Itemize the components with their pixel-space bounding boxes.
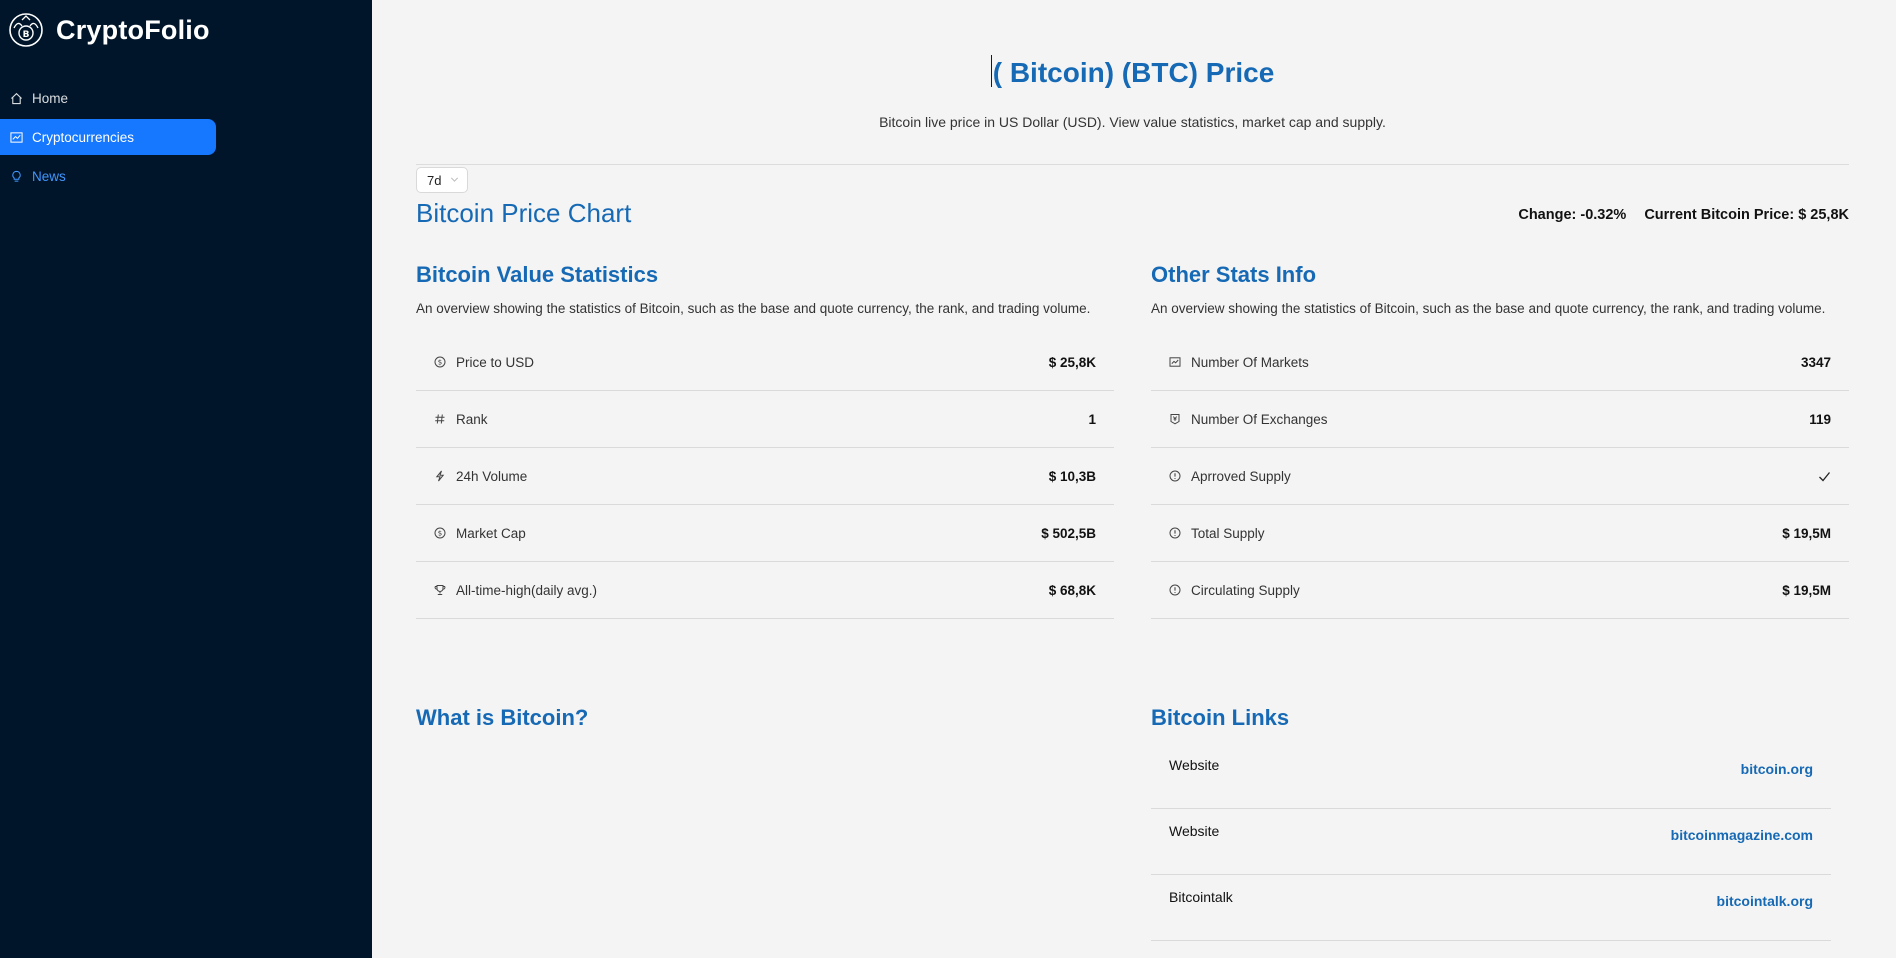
stat-label: 24h Volume (456, 468, 528, 484)
sidebar-item-home[interactable]: Home (0, 80, 216, 116)
stat-row-total-supply: Total Supply $ 19,5M (1151, 505, 1849, 562)
stat-row-exchanges: Number Of Exchanges 119 (1151, 391, 1849, 448)
stat-value: $ 25,8K (1048, 354, 1096, 370)
stat-value: $ 10,3B (1048, 468, 1096, 484)
sidebar-item-label: Cryptocurrencies (32, 129, 135, 145)
fund-icon (1169, 357, 1181, 367)
stat-row-rank: Rank 1 (416, 391, 1114, 448)
stat-row-ath: All-time-high(daily avg.) $ 68,8K (416, 562, 1114, 619)
main-content: ( Bitcoin) (BTC) Price Bitcoin live pric… (372, 0, 1896, 958)
stat-label: Aprroved Supply (1191, 468, 1291, 484)
check-icon (1819, 471, 1831, 481)
brand[interactable]: B CryptoFolio (8, 12, 210, 48)
stat-row-approved-supply: Aprroved Supply (1151, 448, 1849, 505)
stat-row-markets: Number Of Markets 3347 (1151, 334, 1849, 391)
sidebar-item-label: News (32, 168, 66, 184)
stat-label: Rank (456, 411, 488, 427)
text-cursor (990, 55, 992, 87)
stat-value: 3347 (1800, 354, 1831, 370)
sidebar-item-news[interactable]: News (0, 158, 216, 194)
stat-value: 119 (1809, 411, 1831, 427)
about-title: What is Bitcoin? (416, 705, 589, 730)
link-row: Website bitcoinmagazine.com (1151, 809, 1831, 875)
value-statistics: Bitcoin Value Statistics An overview sho… (416, 262, 1114, 619)
link-type: Bitcointalk (1169, 889, 1233, 905)
stat-label: Total Supply (1191, 525, 1265, 541)
stat-label: Market Cap (456, 525, 526, 541)
brand-name: CryptoFolio (56, 14, 210, 45)
link-row: Website bitcoin.org (1151, 743, 1831, 809)
sidebar: B CryptoFolio Home Cryptocurrencies News (0, 0, 372, 958)
home-icon (11, 92, 22, 104)
stat-row-volume: 24h Volume $ 10,3B (416, 448, 1114, 505)
link-type: Website (1169, 823, 1220, 839)
number-icon (435, 414, 445, 424)
chart-title: Bitcoin Price Chart (416, 198, 632, 228)
link-url[interactable]: bitcoin.org (1741, 761, 1813, 777)
price-summary: Change: -0.32% Current Bitcoin Price: $ … (1518, 207, 1849, 223)
current-price: Current Bitcoin Price: $ 25,8K (1644, 207, 1849, 223)
dollar-circle-icon: $ (434, 527, 446, 539)
stat-label: Circulating Supply (1191, 582, 1300, 598)
exclamation-circle-icon (1169, 470, 1181, 482)
stat-value: $ 19,5M (1782, 582, 1831, 598)
link-url[interactable]: bitcoinmagazine.com (1671, 827, 1813, 843)
link-url[interactable]: bitcointalk.org (1717, 893, 1813, 909)
other-stats-list: Number Of Markets 3347 Number Of Exchang… (1151, 334, 1849, 619)
time-period-value: 7d (427, 173, 442, 188)
other-stats-description: An overview showing the statistics of Bi… (1151, 301, 1826, 316)
coin-details: ( Bitcoin) (BTC) Price Bitcoin live pric… (416, 0, 1849, 958)
bitcoin-logo-icon: B (9, 13, 43, 47)
page-title-text: ( Bitcoin) (BTC) Price (992, 57, 1275, 88)
links-list: Website bitcoin.org Website bitcoinmagaz… (1151, 743, 1831, 941)
page-subtitle: Bitcoin live price in US Dollar (USD). V… (879, 114, 1386, 130)
value-stats-title: Bitcoin Value Statistics (416, 262, 659, 287)
stat-value: 1 (1088, 411, 1096, 427)
stat-label: All-time-high(daily avg.) (456, 582, 598, 598)
divider (416, 164, 1849, 165)
dollar-circle-icon: $ (434, 356, 446, 368)
links-title: Bitcoin Links (1151, 705, 1290, 730)
value-stats-description: An overview showing the statistics of Bi… (416, 301, 1091, 316)
stat-value: $ 19,5M (1782, 525, 1831, 541)
svg-text:$: $ (438, 530, 442, 538)
coin-links: Bitcoin Links Website bitcoin.org Websit… (1151, 705, 1831, 941)
stat-label: Number Of Markets (1191, 354, 1309, 370)
svg-text:$: $ (438, 359, 442, 367)
thunderbolt-icon (435, 470, 445, 482)
exclamation-circle-icon (1169, 527, 1181, 539)
stat-value: $ 68,8K (1048, 582, 1096, 598)
page-title: ( Bitcoin) (BTC) Price (416, 55, 1849, 89)
sidebar-nav: Home Cryptocurrencies News (0, 80, 216, 197)
link-type: Website (1169, 757, 1220, 773)
trophy-icon (434, 585, 446, 595)
stat-label: Number Of Exchanges (1191, 411, 1328, 427)
bulb-icon (12, 170, 21, 182)
stat-row-price: $ Price to USD $ 25,8K (416, 334, 1114, 391)
stat-value: $ 502,5B (1041, 525, 1096, 541)
other-stats-title: Other Stats Info (1151, 262, 1317, 287)
svg-text:B: B (23, 30, 30, 40)
stat-row-circulating-supply: Circulating Supply $ 19,5M (1151, 562, 1849, 619)
sidebar-item-cryptocurrencies[interactable]: Cryptocurrencies (0, 119, 216, 155)
link-row: Bitcointalk bitcointalk.org (1151, 875, 1831, 941)
chart-icon (10, 131, 23, 143)
other-statistics: Other Stats Info An overview showing the… (1151, 262, 1849, 619)
chevron-down-icon (450, 177, 459, 182)
money-collect-icon (1170, 414, 1180, 425)
stat-row-market-cap: $ Market Cap $ 502,5B (416, 505, 1114, 562)
exclamation-circle-icon (1169, 584, 1181, 596)
sidebar-item-label: Home (32, 90, 69, 106)
time-period-select[interactable]: 7d (416, 167, 468, 193)
coin-description: What is Bitcoin? (416, 705, 588, 731)
price-change: Change: -0.32% (1518, 207, 1627, 223)
value-stats-list: $ Price to USD $ 25,8K Rank 1 24h Volume… (416, 334, 1114, 619)
stat-label: Price to USD (456, 354, 535, 370)
